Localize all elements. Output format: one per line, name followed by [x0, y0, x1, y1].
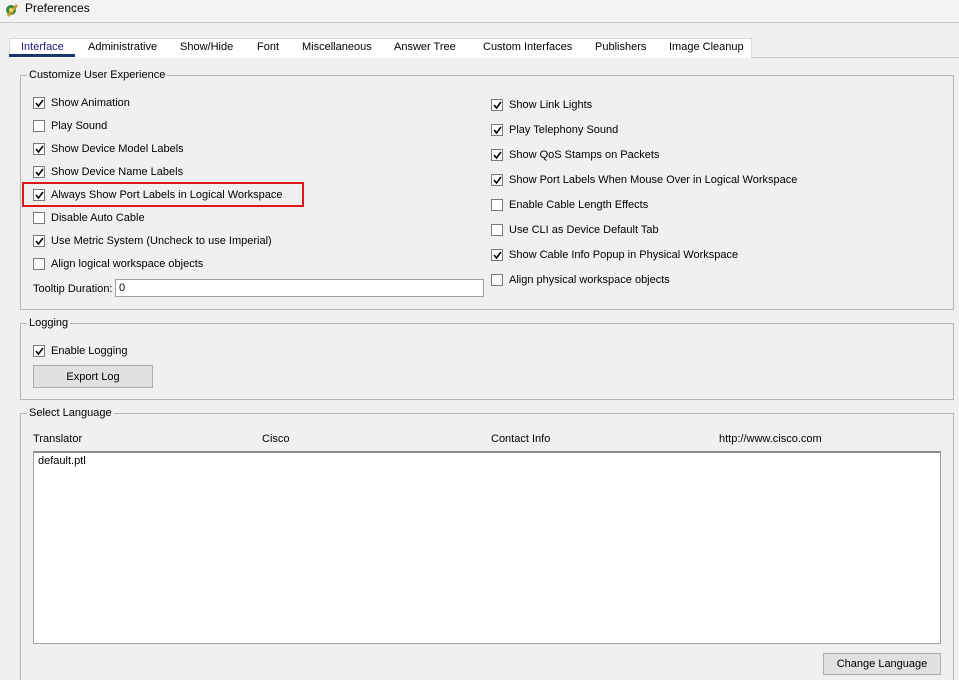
export-log-button[interactable]: Export Log — [33, 365, 153, 388]
tab-publishers[interactable]: Publishers — [595, 40, 646, 58]
checkbox-show-cable-info-popup[interactable]: Show Cable Info Popup in Physical Worksp… — [491, 247, 738, 263]
checkbox-box[interactable] — [491, 99, 503, 111]
language-legend: Select Language — [27, 407, 114, 420]
cisco-header: Cisco — [262, 433, 290, 445]
checkbox-box[interactable] — [33, 235, 45, 247]
checkbox-box[interactable] — [33, 212, 45, 224]
translator-header: Translator — [33, 433, 83, 445]
highlight-box — [22, 182, 304, 207]
checkbox-play-telephony-sound[interactable]: Play Telephony Sound — [491, 122, 618, 138]
checkbox-label: Play Telephony Sound — [509, 124, 619, 136]
tab-answer-tree[interactable]: Answer Tree — [394, 40, 456, 58]
checkbox-show-qos-stamps[interactable]: Show QoS Stamps on Packets — [491, 147, 659, 163]
checkbox-box[interactable] — [491, 174, 503, 186]
checkbox-label: Show Animation — [51, 97, 130, 109]
window-title: Preferences — [25, 1, 90, 15]
checkbox-enable-cable-length-effects[interactable]: Enable Cable Length Effects — [491, 197, 648, 213]
checkbox-enable-logging[interactable]: Enable Logging — [33, 343, 127, 359]
tab-image-cleanup[interactable]: Image Cleanup — [669, 40, 744, 58]
checkbox-box[interactable] — [491, 199, 503, 211]
tab-administrative[interactable]: Administrative — [88, 40, 157, 58]
checkbox-box[interactable] — [491, 249, 503, 261]
checkbox-box[interactable] — [491, 149, 503, 161]
logging-legend: Logging — [27, 317, 71, 330]
list-item[interactable]: default.ptl — [38, 454, 86, 468]
checkbox-align-physical-objects[interactable]: Align physical workspace objects — [491, 272, 670, 288]
checkbox-label: Show QoS Stamps on Packets — [509, 149, 660, 161]
active-tab-indicator — [9, 54, 75, 57]
language-listbox[interactable]: default.ptl — [33, 451, 941, 644]
checkbox-box[interactable] — [33, 166, 45, 178]
change-language-button[interactable]: Change Language — [823, 653, 941, 675]
checkbox-box[interactable] — [491, 224, 503, 236]
tab-strip-divider — [752, 57, 959, 58]
checkbox-label: Align physical workspace objects — [509, 274, 670, 286]
checkbox-box[interactable] — [491, 274, 503, 286]
checkbox-box[interactable] — [33, 143, 45, 155]
checkbox-show-device-model-labels[interactable]: Show Device Model Labels — [33, 141, 184, 157]
contact-info-header: Contact Info — [491, 433, 551, 445]
tab-bar: Interface Administrative Show/Hide Font … — [0, 36, 959, 58]
checkbox-label: Use Metric System (Uncheck to use Imperi… — [51, 235, 272, 247]
tab-miscellaneous[interactable]: Miscellaneous — [302, 40, 372, 58]
checkbox-use-cli-default-tab[interactable]: Use CLI as Device Default Tab — [491, 222, 659, 238]
tooltip-duration-label: Tooltip Duration: — [33, 283, 113, 295]
app-icon — [4, 2, 20, 18]
customize-legend: Customize User Experience — [27, 69, 168, 82]
checkbox-label: Show Port Labels When Mouse Over in Logi… — [509, 174, 798, 186]
checkbox-show-link-lights[interactable]: Show Link Lights — [491, 97, 592, 113]
checkbox-box[interactable] — [33, 120, 45, 132]
checkbox-show-animation[interactable]: Show Animation — [33, 95, 130, 111]
checkbox-label: Use CLI as Device Default Tab — [509, 224, 659, 236]
title-bar: Preferences — [0, 0, 959, 23]
checkbox-box[interactable] — [33, 258, 45, 270]
checkbox-label: Show Cable Info Popup in Physical Worksp… — [509, 249, 739, 261]
checkbox-label: Play Sound — [51, 120, 108, 132]
checkbox-play-sound[interactable]: Play Sound — [33, 118, 107, 134]
tooltip-duration-input[interactable]: 0 — [115, 279, 484, 297]
checkbox-label: Disable Auto Cable — [51, 212, 145, 224]
checkbox-box[interactable] — [33, 97, 45, 109]
tab-custom-interfaces[interactable]: Custom Interfaces — [483, 40, 572, 58]
checkbox-show-port-labels-mouse-over[interactable]: Show Port Labels When Mouse Over in Logi… — [491, 172, 797, 188]
checkbox-align-logical-objects[interactable]: Align logical workspace objects — [33, 256, 203, 272]
checkbox-label: Show Link Lights — [509, 99, 593, 111]
checkbox-box[interactable] — [33, 345, 45, 357]
checkbox-label: Enable Cable Length Effects — [509, 199, 649, 211]
checkbox-use-metric-system[interactable]: Use Metric System (Uncheck to use Imperi… — [33, 233, 272, 249]
checkbox-label: Show Device Model Labels — [51, 143, 184, 155]
logging-group: Logging — [20, 317, 954, 400]
checkbox-label: Align logical workspace objects — [51, 258, 204, 270]
website-header: http://www.cisco.com — [719, 433, 822, 445]
tab-show-hide[interactable]: Show/Hide — [180, 40, 233, 58]
tab-font[interactable]: Font — [257, 40, 279, 58]
checkbox-show-device-name-labels[interactable]: Show Device Name Labels — [33, 164, 183, 180]
checkbox-label: Enable Logging — [51, 345, 128, 357]
checkbox-disable-auto-cable[interactable]: Disable Auto Cable — [33, 210, 145, 226]
checkbox-label: Show Device Name Labels — [51, 166, 184, 178]
checkbox-box[interactable] — [491, 124, 503, 136]
